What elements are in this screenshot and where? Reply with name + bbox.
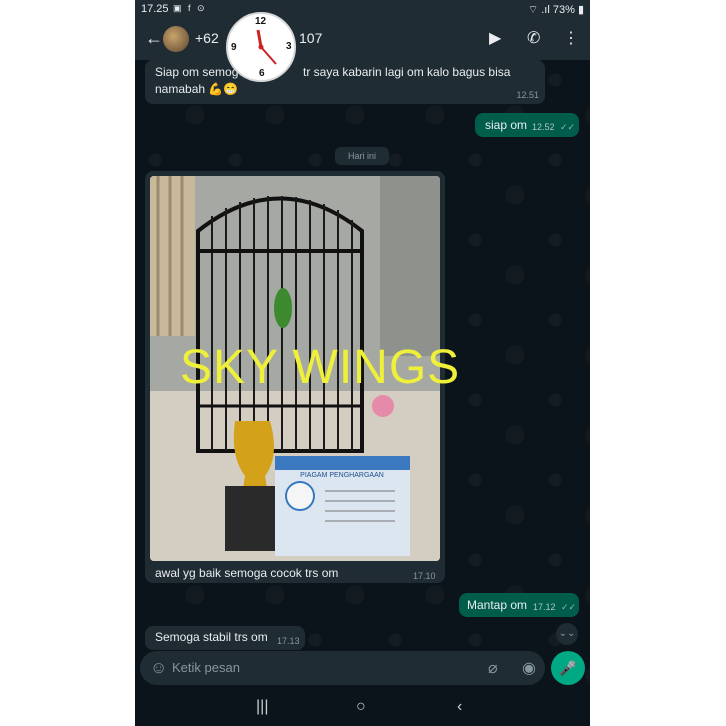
mic-icon: 🎤 (559, 660, 577, 676)
battery-indicator: ⌔ .ıl 73% ▮ (527, 4, 584, 16)
contact-name-end[interactable]: 107 (299, 30, 322, 46)
read-ticks-icon: ✓✓ (561, 602, 577, 612)
status-time: 17.25 (141, 3, 169, 15)
message-incoming-3[interactable]: Semoga stabil trs om 17.13 (145, 626, 305, 650)
message-text-line1-start: Siap om semog (155, 65, 239, 79)
message-time: 17.13 (277, 636, 300, 646)
message-outgoing-1[interactable]: siap om 12.52 ✓✓ (475, 113, 579, 137)
scroll-down-button[interactable]: ⌄⌄ (556, 623, 578, 645)
mic-button[interactable]: 🎤 (551, 651, 585, 685)
attach-icon[interactable]: ⌀ (488, 658, 498, 678)
date-divider: Hari ini (335, 147, 389, 165)
certificate-title: PIAGAM PENGHARGAAN (300, 472, 384, 479)
message-outgoing-2[interactable]: Mantap om 17.12 ✓✓ (459, 593, 579, 617)
status-bar: 17.25 ▣ f ⊙ ⌔ .ıl 73% ▮ (135, 0, 590, 20)
system-nav-bar: ||| ○ ‹ (135, 690, 590, 726)
video-call-icon[interactable]: ▶ (489, 28, 501, 48)
read-ticks-icon: ✓✓ (560, 122, 576, 132)
message-time: 12.51 (516, 90, 539, 100)
contact-name-start[interactable]: +62 (195, 30, 219, 46)
message-text: siap om (485, 118, 528, 132)
message-text-line1-end: tr saya kabarin lagi om kalo bagus bisa (303, 65, 511, 79)
menu-icon[interactable]: ⋮ (563, 28, 579, 48)
clock-hands-icon (256, 29, 277, 65)
back-button[interactable]: ‹ (457, 698, 462, 716)
notification-icons: ▣ f ⊙ (173, 3, 207, 13)
back-arrow-icon[interactable]: ← (145, 28, 163, 49)
recents-button[interactable]: ||| (256, 698, 268, 716)
message-composer: ☺ Ketik pesan ⌀ ◉ (140, 651, 545, 685)
message-time: 12.52 (532, 122, 555, 132)
voice-call-icon[interactable]: ✆ (527, 28, 540, 48)
photo-caption: awal yg baik semoga cocok trs om (155, 566, 339, 580)
message-time: 17.12 (533, 602, 556, 612)
watermark-text: SKY WINGS (180, 341, 461, 394)
message-text-line2: namabah 💪😁 (155, 82, 239, 96)
message-time: 17.10 (413, 571, 436, 581)
clock-overlay: 12 3 6 9 (226, 12, 296, 82)
home-button[interactable]: ○ (356, 698, 366, 716)
avatar[interactable] (163, 26, 189, 52)
chat-header: ← +62 107 ▶ ✆ ⋮ (135, 20, 590, 60)
message-text: Mantap om (467, 598, 528, 612)
emoji-icon[interactable]: ☺ (150, 658, 167, 678)
message-input[interactable]: Ketik pesan (172, 660, 240, 675)
message-incoming-1[interactable]: Siap om semog tr saya kabarin lagi om ka… (145, 60, 545, 104)
camera-icon[interactable]: ◉ (522, 658, 536, 678)
message-text: Semoga stabil trs om (155, 630, 268, 644)
